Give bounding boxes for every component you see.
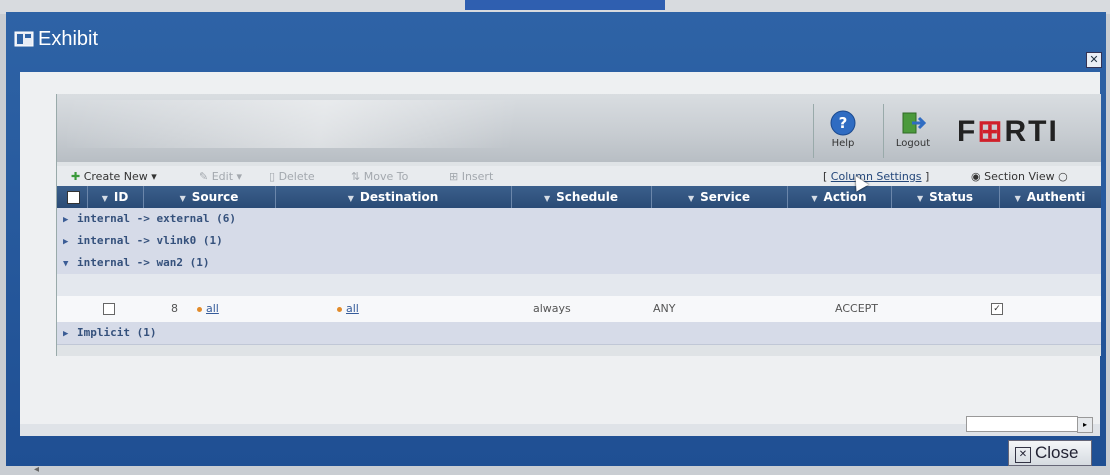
delete-label: Delete xyxy=(278,170,315,183)
plus-icon: ✚ xyxy=(71,170,81,183)
column-header-action[interactable]: ▼ Action xyxy=(787,186,892,208)
expand-arrow-icon: ▶ xyxy=(63,237,69,247)
chevron-down-icon: ▾ xyxy=(151,170,157,183)
section-spacer xyxy=(57,274,1101,297)
policy-toolbar: ✚ Create New ▾ ✎ Edit ▾ ▯ Delete ⇅ Move … xyxy=(57,166,1101,186)
section-view-option[interactable]: ◉ Section View ○ xyxy=(971,170,1068,183)
column-header-service[interactable]: ▼ Service xyxy=(651,186,788,208)
help-label: Help xyxy=(831,138,855,149)
horizontal-scrollbar-track[interactable] xyxy=(20,424,1100,436)
svg-text:?: ? xyxy=(839,114,848,132)
move-to-button[interactable]: ⇅ Move To xyxy=(351,170,408,183)
column-header-authentication[interactable]: ▼ Authenti xyxy=(999,186,1101,208)
help-button[interactable]: ? Help xyxy=(813,104,872,158)
radio-unselected-icon: ○ xyxy=(1058,170,1068,183)
section-row[interactable]: ▶ Implicit (1) xyxy=(57,322,1101,345)
select-all-cell xyxy=(57,186,88,208)
exhibit-window: Exhibit ✕ ? Help Logout F⊞RTI ✚ Create N… xyxy=(6,12,1106,475)
insert-button[interactable]: ⊞ Insert xyxy=(449,170,493,183)
column-settings-link[interactable]: Column Settings xyxy=(831,170,922,183)
edit-icon: ✎ xyxy=(199,170,209,183)
expand-arrow-icon: ▶ xyxy=(63,329,69,339)
row-checkbox[interactable] xyxy=(103,303,115,315)
chevron-down-icon: ▾ xyxy=(236,170,243,183)
close-icon: ✕ xyxy=(1015,447,1031,463)
scroll-right-icon[interactable]: ▸ xyxy=(1077,417,1093,433)
banner-decoration xyxy=(67,100,707,148)
close-icon[interactable]: ✕ xyxy=(1086,52,1102,68)
table-row[interactable]: 8 all all always ANY ACCEPT ✓ xyxy=(57,296,1101,322)
filter-icon: ▼ xyxy=(544,194,551,203)
table-header: ▼ ID ▼ Source ▼ Destination ▼ Schedule ▼ Serv… xyxy=(57,186,1101,208)
column-header-status[interactable]: ▼ Status xyxy=(891,186,1000,208)
column-header-schedule[interactable]: ▼ Schedule xyxy=(511,186,652,208)
row-schedule: always xyxy=(533,302,571,315)
address-icon xyxy=(337,306,342,312)
destination-link[interactable]: all xyxy=(346,302,359,315)
edit-button[interactable]: ✎ Edit ▾ xyxy=(199,170,242,183)
insert-icon: ⊞ xyxy=(449,170,459,183)
column-settings: [ Column Settings ] xyxy=(823,170,930,183)
row-service: ANY xyxy=(653,302,676,315)
delete-button[interactable]: ▯ Delete xyxy=(269,170,315,183)
section-row[interactable]: ▶ internal -> vlink0 (1) xyxy=(57,230,1101,253)
filter-icon: ▼ xyxy=(1014,194,1021,203)
row-source: all xyxy=(197,296,219,322)
expand-arrow-icon: ▶ xyxy=(63,215,69,225)
window-title: Exhibit xyxy=(38,28,99,50)
select-all-checkbox[interactable] xyxy=(67,191,80,204)
insert-label: Insert xyxy=(461,170,494,183)
section-row[interactable]: ▼ internal -> wan2 (1) xyxy=(57,252,1101,275)
scroll-left-icon[interactable]: ◂ xyxy=(34,464,39,475)
help-icon: ? xyxy=(830,110,856,136)
fortinet-logo: F⊞RTI xyxy=(957,115,1059,148)
create-new-button[interactable]: ✚ Create New ▾ xyxy=(71,170,157,183)
section-row[interactable]: ▶ internal -> external (6) xyxy=(57,208,1101,231)
header-banner: ? Help Logout F⊞RTI xyxy=(57,94,1101,162)
horizontal-scrollbar[interactable]: ▸ xyxy=(966,416,1093,433)
move-icon: ⇅ xyxy=(351,170,361,183)
logout-label: Logout xyxy=(895,138,931,149)
source-link[interactable]: all xyxy=(206,302,219,315)
filter-icon: ▼ xyxy=(347,194,354,203)
close-label: Close xyxy=(1035,443,1079,462)
column-header-destination[interactable]: ▼ Destination xyxy=(275,186,512,208)
edit-label: Edit xyxy=(211,170,234,183)
delete-icon: ▯ xyxy=(269,170,276,183)
row-id: 8 xyxy=(171,302,178,315)
firewall-policy-panel: ? Help Logout F⊞RTI ✚ Create New ▾ ✎ Edi… xyxy=(56,94,1101,356)
row-destination: all xyxy=(337,296,359,322)
row-status-checkbox[interactable]: ✓ xyxy=(991,303,1003,315)
background-blue-band xyxy=(465,0,665,10)
section-view-label: Section View xyxy=(984,170,1055,183)
filter-icon: ▼ xyxy=(179,194,186,203)
column-header-source[interactable]: ▼ Source xyxy=(143,186,276,208)
filter-icon: ▼ xyxy=(916,194,924,203)
filter-icon: ▼ xyxy=(101,194,108,203)
title-bar[interactable]: Exhibit ✕ xyxy=(6,12,1106,68)
move-to-label: Move To xyxy=(363,170,409,183)
address-icon xyxy=(197,306,202,312)
row-action: ACCEPT xyxy=(835,302,878,315)
logout-icon xyxy=(902,112,926,134)
exhibit-icon xyxy=(14,31,34,47)
filter-icon: ▼ xyxy=(811,194,818,203)
filter-icon: ▼ xyxy=(687,194,695,203)
window-client-area: ? Help Logout F⊞RTI ✚ Create New ▾ ✎ Edi… xyxy=(20,72,1101,475)
collapse-arrow-icon: ▼ xyxy=(63,259,69,269)
radio-selected-icon: ◉ xyxy=(971,170,981,183)
close-button[interactable]: ✕ Close xyxy=(1008,440,1092,466)
create-new-label: Create New xyxy=(83,170,148,183)
logout-button[interactable]: Logout xyxy=(883,104,942,158)
column-header-id[interactable]: ▼ ID xyxy=(87,186,144,208)
